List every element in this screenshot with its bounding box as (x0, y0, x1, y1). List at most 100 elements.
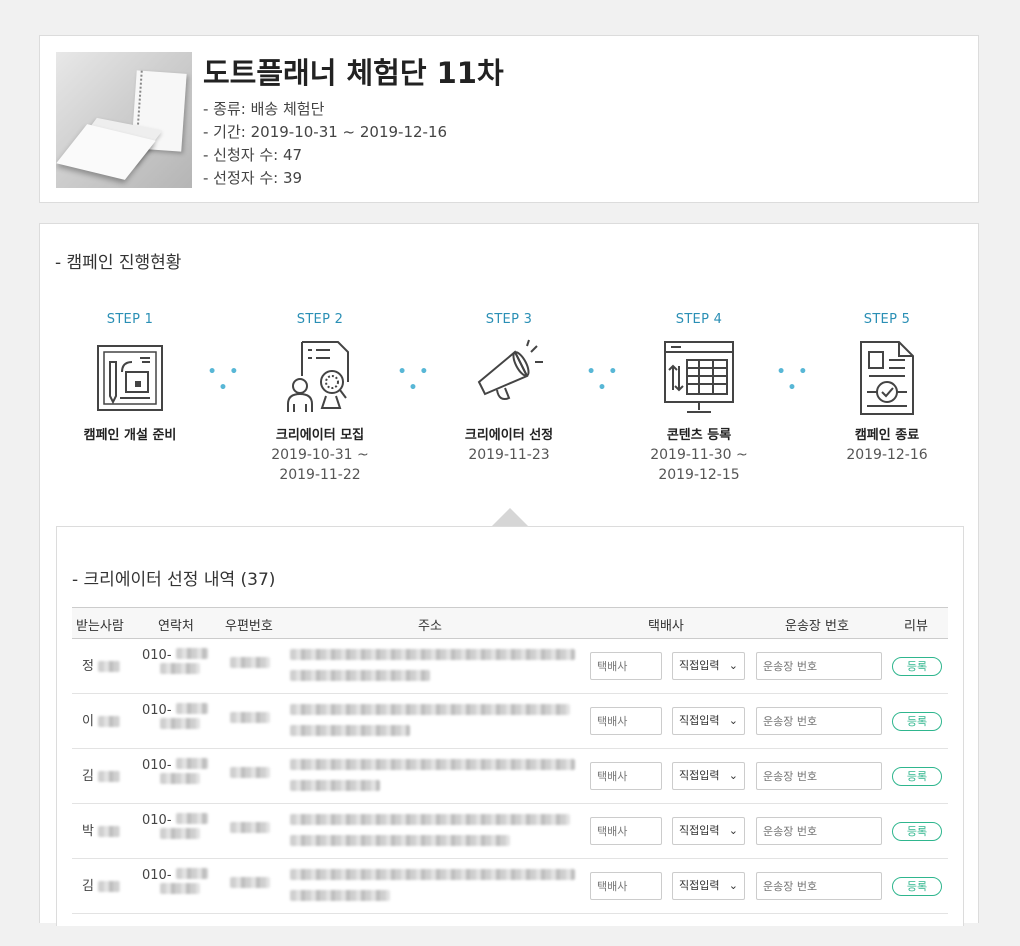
tracking-number-input[interactable] (756, 707, 882, 735)
step-separator: • • • (776, 364, 812, 396)
table-row: 김 010- 직접입력 ⌄ 등록 (72, 749, 948, 804)
step-label: STEP 2 (296, 312, 344, 327)
select-value: 직접입력 (679, 714, 720, 727)
col-zipcode: 우편번호 (225, 619, 273, 634)
input-method-select[interactable]: 직접입력 ⌄ (672, 817, 745, 845)
recipient-name-text: 김 (82, 769, 94, 784)
campaign-type: - 종류: 배송 체험단 (203, 100, 325, 118)
tracking-number-input[interactable] (756, 817, 882, 845)
zipcode (230, 657, 270, 672)
masked-text (230, 712, 270, 723)
courier-input[interactable] (590, 762, 662, 790)
step-name: 크리에이터 모집 (275, 428, 365, 443)
table-row: 박 010- 직접입력 ⌄ 등록 (72, 804, 948, 859)
col-recipient: 받는사람 (76, 619, 124, 634)
document-check-icon (860, 341, 914, 415)
courier-input[interactable] (590, 872, 662, 900)
recipient-name: 김 (82, 875, 121, 894)
col-address: 주소 (418, 619, 442, 634)
zipcode (230, 877, 270, 892)
campaign-period: - 기간: 2019-10-31 ~ 2019-12-16 (203, 123, 448, 141)
masked-text (98, 826, 121, 837)
address (290, 869, 575, 905)
masked-text (175, 758, 208, 769)
step-date: 2019-12-16 (846, 447, 928, 463)
chevron-down-icon: ⌄ (728, 769, 738, 782)
masked-text (98, 881, 121, 892)
input-method-select[interactable]: 직접입력 ⌄ (672, 652, 745, 680)
step-5: STEP 5 캠페인 종료 2019-12-16 (812, 310, 962, 465)
masked-text (160, 663, 200, 674)
table-row: 김 010- 직접입력 ⌄ 등록 (72, 859, 948, 914)
address (290, 814, 575, 850)
masked-text (98, 661, 121, 672)
campaign-info-card: 도트플래너 체험단 11차 - 종류: 배송 체험단 - 기간: 2019-10… (39, 35, 979, 203)
step-name: 크리에이터 선정 (464, 428, 554, 443)
step-name: 캠페인 개설 준비 (83, 428, 177, 443)
selection-title: - 크리에이터 선정 내역 (37) (72, 570, 276, 590)
step-separator: • • • (586, 364, 622, 396)
address (290, 759, 575, 795)
zipcode (230, 712, 270, 727)
col-courier: 택배사 (648, 619, 684, 634)
masked-text (290, 814, 570, 825)
phone-text: 010- (142, 758, 172, 773)
tracking-number-input[interactable] (756, 872, 882, 900)
masked-text (290, 670, 430, 681)
recipient-name: 정 (82, 655, 121, 674)
campaign-progress-card: - 캠페인 진행현황 STEP 1 캠페인 개설 준비 • • • STEP 2 (39, 223, 979, 926)
megaphone-icon (477, 339, 543, 400)
masked-text (290, 725, 410, 736)
input-method-select[interactable]: 직접입력 ⌄ (672, 762, 745, 790)
tracking-number-input[interactable] (756, 652, 882, 680)
register-button[interactable]: 등록 (892, 712, 942, 731)
masked-text (160, 718, 200, 729)
courier-input[interactable] (590, 817, 662, 845)
register-button[interactable]: 등록 (892, 657, 942, 676)
masked-text (290, 890, 390, 901)
recipient-name-text: 박 (82, 824, 94, 839)
masked-text (290, 759, 575, 770)
address (290, 704, 575, 740)
step-name: 콘텐츠 등록 (666, 428, 732, 443)
masked-text (290, 649, 575, 660)
creator-selection-panel: - 크리에이터 선정 내역 (37) 받는사람 연락처 우편번호 주소 택배사 … (56, 526, 964, 926)
masked-text (175, 813, 208, 824)
masked-text (290, 704, 570, 715)
section-title: - 캠페인 진행현황 (55, 253, 182, 273)
table-row: 정 010- 직접입력 ⌄ 등록 (72, 639, 948, 694)
recruit-magnifier-icon (287, 341, 349, 412)
step-3: STEP 3 크리에이터 선정 2019-11-23 (434, 310, 584, 465)
masked-text (290, 835, 510, 846)
step-separator: • • • (207, 364, 243, 396)
register-button[interactable]: 등록 (892, 877, 942, 896)
masked-text (230, 767, 270, 778)
zipcode (230, 767, 270, 782)
chevron-down-icon: ⌄ (728, 659, 738, 672)
step-date: 2019-11-23 (468, 447, 550, 463)
input-method-select[interactable]: 직접입력 ⌄ (672, 707, 745, 735)
selected-count: - 선정자 수: 39 (203, 169, 303, 187)
register-button[interactable]: 등록 (892, 822, 942, 841)
address (290, 649, 575, 685)
zipcode (230, 822, 270, 837)
selection-table: 받는사람 연락처 우편번호 주소 택배사 운송장 번호 리뷰 정 010- 직접… (72, 607, 948, 914)
courier-input[interactable] (590, 707, 662, 735)
step-4: STEP 4 콘텐츠 등록 2019-11-30 ~ 2019-12-15 (624, 310, 774, 485)
input-method-select[interactable]: 직접입력 ⌄ (672, 872, 745, 900)
masked-text (230, 822, 270, 833)
applicant-count: - 신청자 수: 47 (203, 146, 303, 164)
step-separator: • • • (397, 364, 433, 396)
courier-input[interactable] (590, 652, 662, 680)
tracking-number-input[interactable] (756, 762, 882, 790)
masked-text (230, 657, 270, 668)
recipient-phone: 010- (142, 868, 208, 898)
phone-text: 010- (142, 868, 172, 883)
campaign-thumbnail (56, 52, 192, 188)
step-label: STEP 1 (106, 312, 154, 327)
register-button[interactable]: 등록 (892, 767, 942, 786)
masked-text (175, 648, 208, 659)
table-header: 받는사람 연락처 우편번호 주소 택배사 운송장 번호 리뷰 (72, 607, 948, 639)
select-value: 직접입력 (679, 824, 720, 837)
phone-text: 010- (142, 648, 172, 663)
